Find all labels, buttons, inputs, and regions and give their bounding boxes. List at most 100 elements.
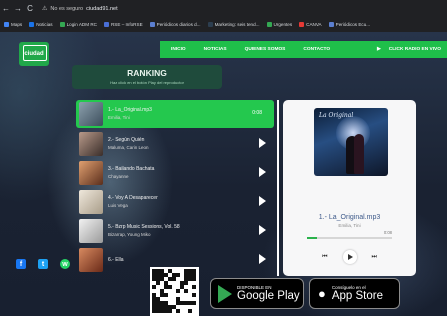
qr-module xyxy=(172,277,176,281)
qr-module xyxy=(176,273,180,277)
qr-module xyxy=(164,293,168,297)
facebook-icon[interactable]: f xyxy=(16,259,26,269)
bookmark-urgentes[interactable]: Urgentes xyxy=(266,22,292,27)
heart-icon xyxy=(299,22,305,27)
track-artist: Bizarrap, Young Miko xyxy=(108,232,151,237)
previous-icon[interactable]: ⏮ xyxy=(322,254,327,261)
play-button[interactable] xyxy=(342,250,357,264)
track-row[interactable]: 2.- Según Quién Maluma, Carin Leon xyxy=(76,130,274,158)
bookmark-periodicos[interactable]: Periódicos diarios d... xyxy=(149,22,201,27)
track-thumbnail xyxy=(79,132,103,156)
track-row[interactable]: 4.- Voy A Desaparecer Luis Vega xyxy=(76,188,274,216)
bookmark-icon xyxy=(328,22,334,27)
qr-module xyxy=(192,301,196,305)
track-title: 1.- La_Original.mp3 xyxy=(108,107,152,113)
qr-module xyxy=(168,309,172,313)
bookmark-icon xyxy=(207,22,213,27)
qr-module xyxy=(184,289,188,293)
twitter-icon[interactable]: t xyxy=(38,259,48,269)
track-title: 2.- Según Quién xyxy=(108,137,145,143)
progress-bar[interactable] xyxy=(307,237,392,239)
qr-module xyxy=(192,293,196,297)
play-icon[interactable] xyxy=(259,225,266,235)
track-list: 1.- La_Original.mp3 Emilia, Tini 0:08 2.-… xyxy=(76,100,274,280)
bookmark-icon xyxy=(266,22,272,27)
bookmark-rse[interactable]: RSE – InfoRSE xyxy=(103,22,143,27)
ranking-title: RANKING xyxy=(127,68,167,78)
track-artist: Chayanne xyxy=(108,174,129,179)
nav-contacto[interactable]: CONTACTO xyxy=(303,47,330,52)
track-thumbnail xyxy=(79,248,103,272)
bookmark-label: RSE – InfoRSE xyxy=(110,22,143,27)
social-links: f t w xyxy=(16,259,70,269)
bookmark-icon xyxy=(59,22,65,27)
app-store-button[interactable]: ● Consíguelo en el App Store xyxy=(309,278,400,309)
track-title: 6.- Ella xyxy=(108,256,124,263)
bookmark-login[interactable]: Login ADM RC xyxy=(59,22,97,27)
bookmarks-bar: Maps Noticias Login ADM RC RSE – InfoRSE… xyxy=(0,18,447,31)
ranking-subtitle: Haz click en el botón Play del reproduct… xyxy=(110,80,184,85)
forward-button[interactable]: → xyxy=(12,4,24,13)
track-title: 5.- Bzrp Music Sessions, Vol. 58 xyxy=(108,224,180,230)
bookmark-maps[interactable]: Maps xyxy=(4,22,22,27)
qr-module xyxy=(184,281,188,285)
qr-module xyxy=(152,285,156,289)
track-title: 3.- Bailando Bachata xyxy=(108,166,155,172)
cover-text: La Original xyxy=(319,112,354,119)
qr-module xyxy=(192,277,196,281)
back-button[interactable]: ← xyxy=(0,4,12,13)
bookmark-noticias[interactable]: Noticias xyxy=(29,22,53,27)
logo-text: ciudad xyxy=(24,51,44,57)
track-row[interactable]: 5.- Bzrp Music Sessions, Vol. 58 Bizarrap… xyxy=(76,217,274,245)
ranking-header: RANKING Haz click en el botón Play del r… xyxy=(72,65,222,89)
warning-icon: ⚠ xyxy=(42,6,48,12)
next-icon[interactable]: ⏭ xyxy=(372,254,377,261)
whatsapp-icon[interactable]: w xyxy=(60,259,70,269)
nav-quienes-somos[interactable]: QUIENES SOMOS xyxy=(245,47,286,52)
play-icon[interactable] xyxy=(259,196,266,206)
track-artist: Emilia, Tini xyxy=(108,115,130,120)
bookmark-icon xyxy=(149,22,155,27)
track-thumbnail xyxy=(79,102,103,126)
progress-fill xyxy=(307,237,318,239)
bookmark-label: Periódicos diarios d... xyxy=(156,22,201,27)
track-duration: 0:08 xyxy=(252,110,262,116)
nav-inicio[interactable]: INICIO xyxy=(171,47,186,52)
news-icon xyxy=(29,22,35,27)
address-bar[interactable]: ⚠ No es seguro ciudad91.net xyxy=(42,5,118,13)
track-artist: Luis Vega xyxy=(108,203,128,208)
track-title: 4.- Voy A Desaparecer xyxy=(108,195,158,201)
bookmark-label: Maps xyxy=(11,22,23,27)
track-thumbnail xyxy=(79,190,103,214)
play-icon xyxy=(347,254,353,260)
maps-icon xyxy=(4,22,9,27)
qr-code xyxy=(150,267,199,316)
track-row[interactable]: 3.- Bailando Bachata Chayanne xyxy=(76,159,274,187)
bookmark-marketing[interactable]: Marketing: seis tend... xyxy=(207,22,260,27)
list-divider xyxy=(277,100,279,276)
google-play-button[interactable]: DISPONIBLE EN Google Play xyxy=(210,278,304,309)
play-icon[interactable] xyxy=(259,254,266,264)
google-play-icon xyxy=(218,284,232,303)
play-icon: ▶ xyxy=(377,47,381,52)
qr-module xyxy=(176,289,180,293)
player-artist: Emilia, Tini xyxy=(338,223,361,228)
reload-button[interactable]: C xyxy=(24,4,36,13)
site-logo[interactable]: ciudad xyxy=(19,42,49,66)
bookmark-periodicos-ecu[interactable]: Periódicos Ecu... xyxy=(328,22,370,27)
radio-live-button[interactable]: ▶ CLICK RADIO EN VIVO xyxy=(377,47,441,52)
bookmark-label: CANVA xyxy=(306,22,322,27)
qr-module xyxy=(188,309,192,313)
bookmark-label: Login ADM RC xyxy=(66,22,97,27)
browser-toolbar: ← → C ⚠ No es seguro ciudad91.net xyxy=(0,0,447,17)
google-play-label: Google Play xyxy=(237,290,300,302)
play-icon[interactable] xyxy=(259,167,266,177)
player-title: 1.- La_Original.mp3 xyxy=(318,214,381,221)
qr-module xyxy=(176,309,180,313)
main-nav: INICIO NOTICIAS QUIENES SOMOS CONTACTO ▶… xyxy=(160,41,447,58)
bookmark-canva[interactable]: CANVA xyxy=(299,22,322,27)
music-player: La Original 1.- La_Original.mp3 Emilia, … xyxy=(283,100,416,276)
track-row[interactable]: 1.- La_Original.mp3 Emilia, Tini 0:08 xyxy=(76,100,274,128)
play-icon[interactable] xyxy=(259,138,266,148)
nav-noticias[interactable]: NOTICIAS xyxy=(204,47,227,52)
